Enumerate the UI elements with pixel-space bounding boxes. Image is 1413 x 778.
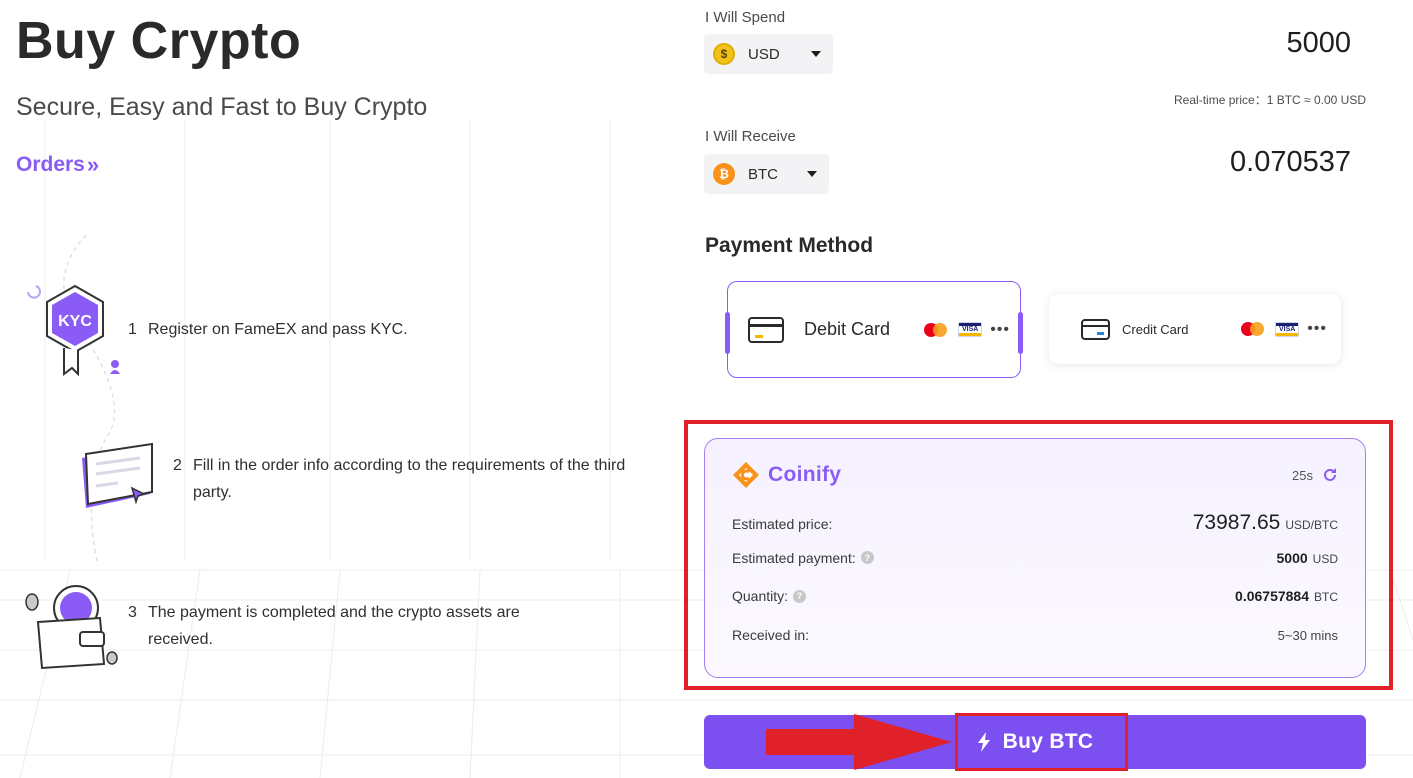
order-form-icon — [82, 442, 153, 508]
caret-down-icon — [807, 171, 817, 177]
step-number: 1 — [128, 321, 137, 338]
orders-link[interactable]: Orders » — [16, 152, 99, 178]
realtime-price: Real-time price：1 BTC ≈ 0.00 USD — [1174, 93, 1366, 107]
mastercard-icon — [924, 322, 948, 337]
btc-coin-icon: ₿ — [713, 163, 735, 185]
usd-coin-icon: $ — [713, 43, 735, 65]
more-icon: ••• — [1307, 320, 1327, 337]
payment-method-title: Payment Method — [705, 234, 874, 257]
annotation-highlight-provider — [684, 420, 1393, 690]
more-icon: ••• — [990, 320, 1010, 338]
receive-currency-select[interactable]: ₿ BTC — [704, 154, 829, 194]
payment-option-label: Debit Card — [804, 319, 891, 339]
step-2: 2 Fill in the order info according to th… — [173, 452, 633, 506]
payment-option-debit-card[interactable]: Debit Card VISA ••• — [725, 281, 1023, 378]
visa-icon: VISA — [1275, 321, 1300, 337]
payment-option-label: Credit Card — [1122, 321, 1189, 337]
card-icon — [748, 316, 784, 343]
step-text: Register on FameEX and pass KYC. — [148, 321, 408, 338]
step-text: Fill in the order info according to the … — [193, 457, 626, 501]
spend-currency-select[interactable]: $ USD — [704, 34, 833, 74]
step-number: 2 — [173, 457, 182, 474]
visa-icon: VISA — [958, 322, 983, 337]
wallet-icon — [25, 585, 118, 670]
spend-amount-input[interactable]: 5000 — [1286, 26, 1351, 60]
annotation-highlight-buy-button — [955, 713, 1128, 771]
caret-down-icon — [811, 51, 821, 57]
step-3: 3 The payment is completed and the crypt… — [128, 599, 588, 653]
orders-label: Orders — [16, 153, 85, 176]
spend-label: I Will Spend — [705, 9, 786, 26]
receive-label: I Will Receive — [705, 128, 796, 145]
mastercard-icon — [1241, 322, 1265, 336]
page-title: Buy Crypto — [16, 12, 302, 70]
step-text: The payment is completed and the crypto … — [148, 604, 520, 648]
step-1: 1 Register on FameEX and pass KYC. — [128, 316, 608, 343]
kyc-badge-icon: KYC — [27, 284, 120, 377]
annotation-arrow — [766, 714, 952, 770]
step-number: 3 — [128, 604, 137, 621]
spend-currency-code: USD — [748, 45, 780, 63]
kyc-badge-text: KYC — [58, 313, 92, 330]
receive-amount-input[interactable]: 0.070537 — [1230, 145, 1351, 179]
payment-option-credit-card[interactable]: Credit Card VISA ••• — [1049, 294, 1341, 364]
receive-currency-code: BTC — [748, 165, 778, 183]
card-icon — [1081, 318, 1110, 340]
double-chevron-right-icon: » — [86, 152, 100, 177]
page-subtitle: Secure, Easy and Fast to Buy Crypto — [16, 93, 428, 121]
